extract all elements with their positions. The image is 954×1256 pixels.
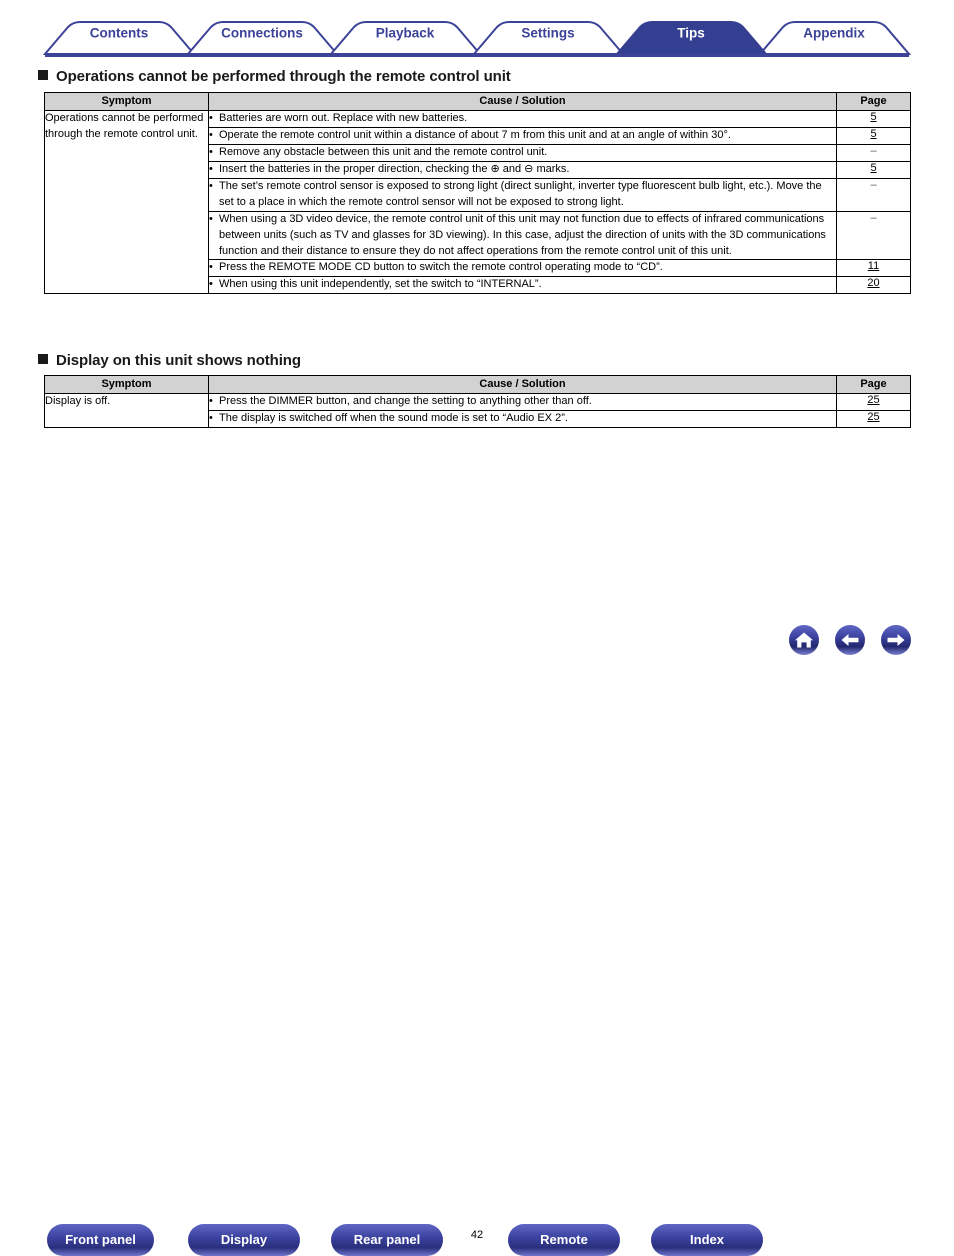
tab-label-connections[interactable]: Connections <box>221 26 303 41</box>
section-heading-display: Display on this unit shows nothing <box>38 352 301 369</box>
list-bullet-icon: • <box>209 395 213 407</box>
cause-cell: • Press the REMOTE MODE CD button to swit… <box>208 259 837 278</box>
cause-cell: • Press the DIMMER button, and change the… <box>208 393 837 411</box>
troubleshooting-table-display: Symptom Cause / Solution Page Display is… <box>44 375 911 428</box>
table-row: Operations cannot be performed through t… <box>44 109 911 295</box>
section-heading-remote-control: Operations cannot be performed through t… <box>38 68 511 85</box>
cause-cell: • Insert the batteries in the proper dire… <box>208 160 837 179</box>
home-icon <box>795 632 813 648</box>
cause-cell: • Batteries are worn out. Replace with ne… <box>208 110 837 128</box>
page-link[interactable]: 25 <box>867 411 879 423</box>
page-none: – <box>870 178 877 191</box>
page-number: 42 <box>470 1229 484 1241</box>
home-button[interactable] <box>789 625 819 655</box>
column-header-symptom: Symptom <box>44 375 209 394</box>
index-button[interactable]: Index <box>651 1224 763 1256</box>
page-link[interactable]: 5 <box>870 111 876 123</box>
page-cell[interactable]: 5 <box>836 110 911 128</box>
column-header-cause: Cause / Solution <box>208 375 837 394</box>
page-none: – <box>870 211 877 224</box>
list-bullet-icon: • <box>209 411 213 424</box>
tab-label-settings[interactable]: Settings <box>521 26 574 41</box>
page-link[interactable]: 5 <box>870 128 876 140</box>
page-link[interactable]: 25 <box>867 394 879 406</box>
tab-label-playback[interactable]: Playback <box>376 26 435 41</box>
table-row: Display is off. • Press the DIMMER button… <box>44 393 911 428</box>
list-bullet-icon: • <box>209 162 213 175</box>
cause-text: When using this unit independently, set … <box>219 278 542 291</box>
bullet-square-icon <box>38 70 48 80</box>
page-link[interactable]: 11 <box>868 260 879 272</box>
list-bullet-icon: • <box>209 145 213 158</box>
column-header-page: Page <box>836 92 911 111</box>
page-link[interactable]: 5 <box>870 162 876 174</box>
cause-text: When using a 3D video device, the remote… <box>219 212 826 257</box>
page-none: – <box>870 144 877 157</box>
tab-label-contents[interactable]: Contents <box>90 26 149 41</box>
list-bullet-icon: • <box>209 112 213 124</box>
page-cell[interactable]: 5 <box>836 160 911 179</box>
symptom-cell: Operations cannot be performed through t… <box>44 109 209 295</box>
column-header-cause: Cause / Solution <box>208 92 837 111</box>
page-cell[interactable]: 20 <box>836 276 911 295</box>
page-cell[interactable]: 5 <box>836 126 911 145</box>
section-heading-text: Operations cannot be performed through t… <box>56 68 511 85</box>
cause-text: Remove any obstacle between this unit an… <box>219 145 548 158</box>
cause-text: Press the DIMMER button, and change the … <box>219 395 592 407</box>
front-panel-button[interactable]: Front panel <box>47 1224 154 1256</box>
tab-label-tips[interactable]: Tips <box>677 26 705 41</box>
cause-cell: • The display is switched off when the so… <box>208 409 837 428</box>
cause-cell: • Operate the remote control unit within … <box>208 126 837 145</box>
troubleshooting-table-remote-control: Symptom Cause / Solution Page Operations… <box>44 92 911 295</box>
cause-cell: • When using a 3D video device, the remot… <box>208 210 837 261</box>
arrow-left-icon <box>841 634 859 646</box>
page-cell[interactable]: 25 <box>836 409 911 428</box>
rear-panel-button[interactable]: Rear panel <box>331 1224 443 1256</box>
list-bullet-icon: • <box>209 179 213 192</box>
column-header-symptom: Symptom <box>44 92 209 111</box>
cause-text: Press the REMOTE MODE CD button to switc… <box>219 261 663 274</box>
cause-cell: • Remove any obstacle between this unit a… <box>208 143 837 162</box>
cause-text: Batteries are worn out. Replace with new… <box>219 112 468 124</box>
cause-cell: • The set’s remote control sensor is expo… <box>208 177 837 212</box>
arrow-right-icon <box>887 634 905 646</box>
cause-text: The display is switched off when the sou… <box>219 411 568 424</box>
page-cell[interactable]: 25 <box>836 393 911 411</box>
list-bullet-icon: • <box>209 261 213 274</box>
list-bullet-icon: • <box>209 278 213 291</box>
table-header-row: Symptom Cause / Solution Page <box>44 92 911 111</box>
symptom-cell: Display is off. <box>44 393 209 428</box>
page-cell: – <box>836 143 911 162</box>
forward-button[interactable] <box>881 625 911 655</box>
back-button[interactable] <box>835 625 865 655</box>
footer-navigation: Front panel Display Rear panel Remote In… <box>0 608 954 1256</box>
section-heading-text: Display on this unit shows nothing <box>56 352 301 369</box>
cause-text: The set’s remote control sensor is expos… <box>219 179 822 208</box>
bullet-square-icon <box>38 354 48 364</box>
cause-cell: • When using this unit independently, set… <box>208 276 837 295</box>
cause-text: Operate the remote control unit within a… <box>219 128 731 141</box>
display-button[interactable]: Display <box>188 1224 300 1256</box>
tab-baseline <box>45 53 909 57</box>
page-link[interactable]: 20 <box>867 277 879 289</box>
page-cell: – <box>836 210 911 261</box>
page-cell: – <box>836 177 911 212</box>
column-header-page: Page <box>836 375 911 394</box>
list-bullet-icon: • <box>209 128 213 141</box>
list-bullet-icon: • <box>209 212 213 225</box>
page-cell[interactable]: 11 <box>836 259 911 278</box>
table-header-row: Symptom Cause / Solution Page <box>44 375 911 394</box>
tab-bar: Contents Connections Playback Settings T… <box>0 0 954 60</box>
tab-label-appendix[interactable]: Appendix <box>803 26 865 41</box>
remote-button[interactable]: Remote <box>508 1224 620 1256</box>
cause-text: Insert the batteries in the proper direc… <box>219 162 570 175</box>
